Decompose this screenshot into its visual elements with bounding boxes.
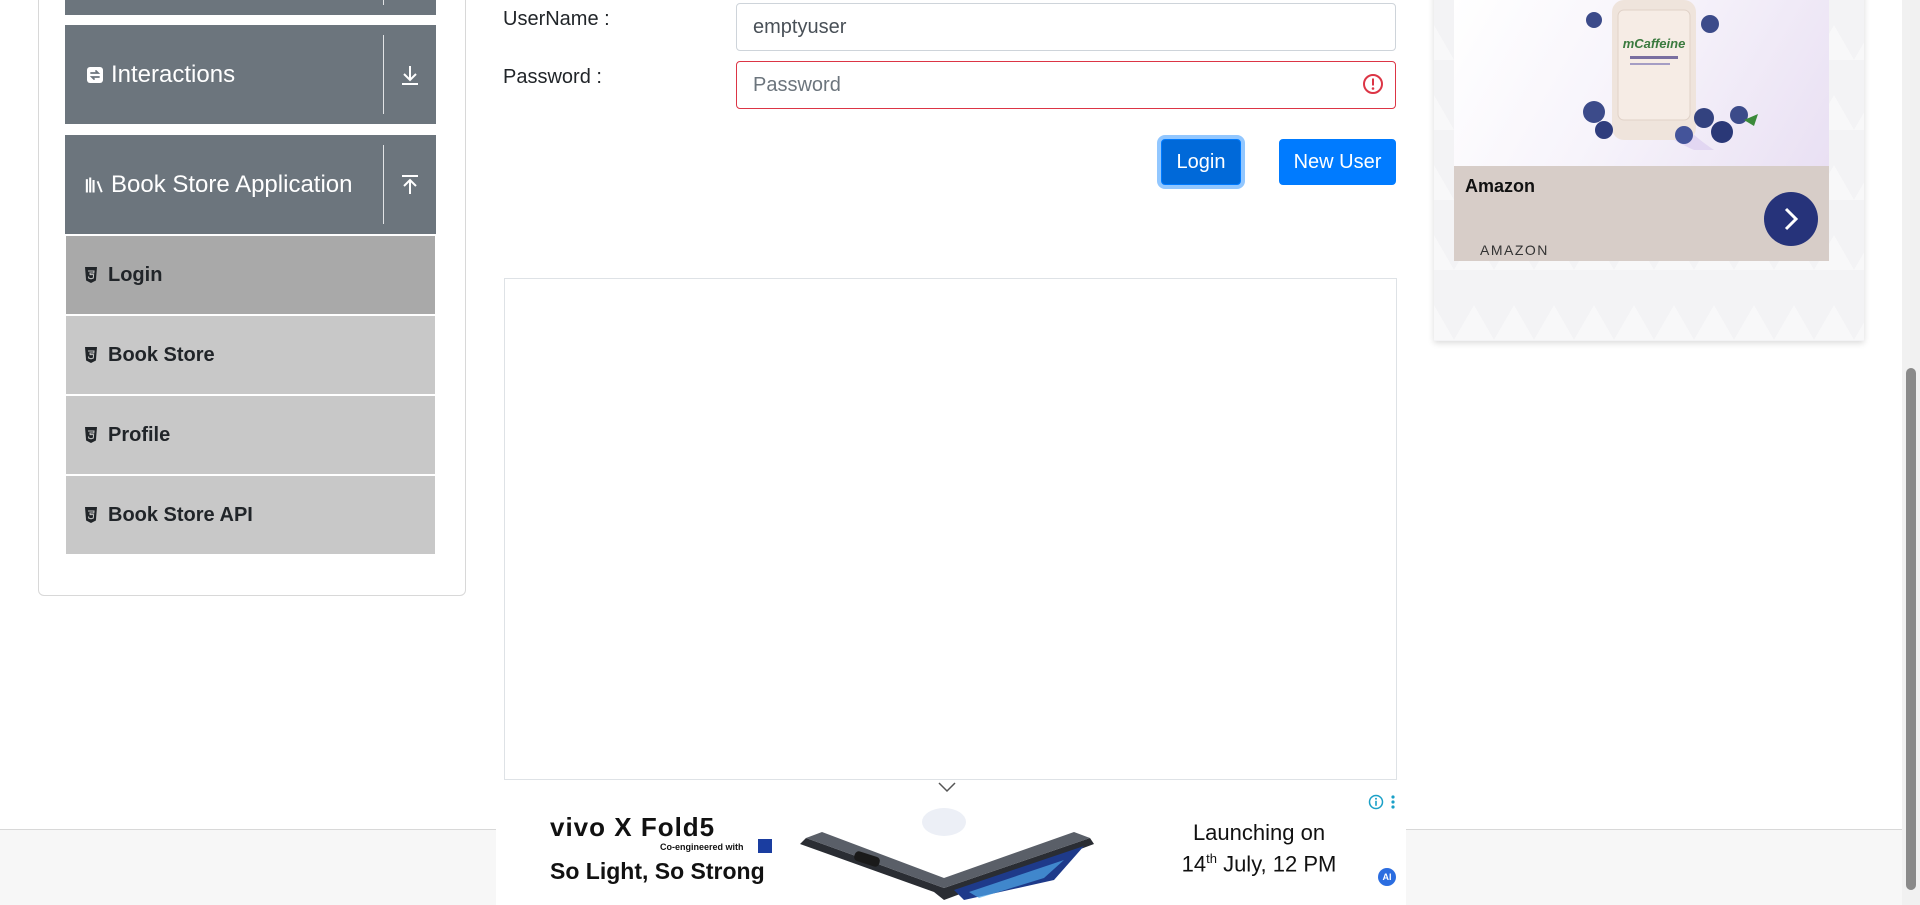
zeiss-logo-icon [758, 839, 772, 853]
sidebar-item-book-store-api[interactable]: Book Store API [66, 476, 435, 554]
product-label: mCaffeine [1623, 36, 1686, 51]
ad-brand-sub: AMAZON [1480, 242, 1549, 258]
page-root: Interactions Book Store Application Logi… [0, 0, 1920, 905]
books-icon [85, 175, 105, 195]
ad-tagline: So Light, So Strong [550, 858, 765, 884]
username-input[interactable] [736, 3, 1396, 51]
ad-brand: vivo X Fold5 [550, 812, 716, 842]
password-label: Password : [503, 66, 602, 88]
html5-icon [84, 347, 98, 363]
ad-info-bar[interactable]: Amazon AMAZON [1454, 166, 1829, 261]
password-input[interactable] [736, 61, 1396, 109]
ad-product-image[interactable]: mCaffeine [1454, 0, 1829, 166]
download-arrow-icon[interactable] [384, 25, 436, 124]
interactions-icon [85, 65, 105, 85]
output-panel [504, 278, 1397, 780]
scrollbar-thumb[interactable] [1906, 368, 1916, 890]
username-label: UserName : [503, 8, 610, 30]
chevron-down-icon[interactable] [937, 782, 957, 793]
more-vertical-icon[interactable] [1390, 794, 1396, 810]
ad-launch-line1: Launching on [1192, 820, 1326, 845]
ad-brand: Amazon [1465, 176, 1536, 196]
ai-badge: AI [1378, 868, 1396, 886]
ad-launch-info: Launching on 14th July, 12 PM [1146, 820, 1372, 877]
launch-day-suffix: th [1206, 851, 1217, 866]
launch-time: July, 12 PM [1216, 851, 1337, 877]
chevron-right-icon[interactable] [1764, 192, 1818, 246]
html5-icon [84, 427, 98, 443]
sidebar-item-label: Book Store API [108, 503, 253, 526]
login-button[interactable]: Login [1161, 139, 1241, 185]
html5-icon [84, 267, 98, 283]
ad-bottom[interactable]: vivo X Fold5 Co-engineered with So Light… [496, 782, 1406, 905]
html5-icon [84, 507, 98, 523]
ad-info-icon[interactable] [1368, 794, 1384, 810]
ad-coengineered: Co-engineered with [660, 842, 744, 852]
divider [383, 0, 384, 5]
sidebar-item-book-store[interactable]: Book Store [66, 316, 435, 394]
sidebar-item-label: Login [108, 263, 163, 286]
sidebar-item-profile[interactable]: Profile [66, 396, 435, 474]
sidebar-item-label: Profile [108, 423, 171, 446]
error-icon [1362, 73, 1384, 95]
sidebar-group-interactions[interactable]: Interactions [65, 25, 436, 124]
sidebar-item-login[interactable]: Login [66, 236, 435, 314]
sidebar-group-previous[interactable] [65, 0, 436, 15]
upload-arrow-icon[interactable] [384, 135, 436, 234]
new-user-button[interactable]: New User [1279, 139, 1396, 185]
ad-launch-line2: 14th July, 12 PM [1146, 846, 1372, 877]
sidebar-group-book-store-application[interactable]: Book Store Application [65, 135, 436, 234]
sidebar-item-label: Book Store [108, 343, 215, 366]
ad-right[interactable]: mCaffeine Amazon AMAZON [1434, 0, 1864, 341]
phone-image [794, 804, 1100, 902]
launch-day: 14 [1181, 851, 1207, 877]
